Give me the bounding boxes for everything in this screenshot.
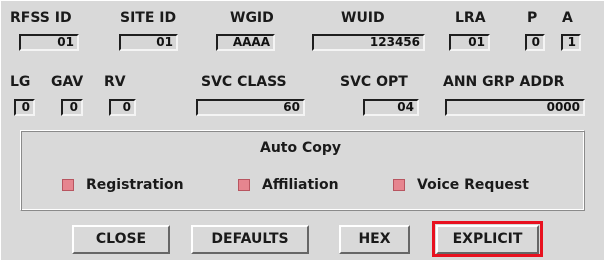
wuid-label: WUID [341,10,385,26]
hex-button[interactable]: HEX [339,225,410,254]
close-button[interactable]: CLOSE [72,225,170,254]
dialog-window: RFSS ID SITE ID WGID WUID LRA P A 01 01 … [1,1,604,260]
svc-opt-field[interactable]: 04 [363,99,419,116]
p-field[interactable]: 0 [525,34,545,51]
registration-label: Registration [86,177,184,193]
lra-label: LRA [455,10,486,26]
wuid-field[interactable]: 123456 [312,34,425,51]
wgid-label: WGID [230,10,274,26]
wgid-field[interactable]: AAAA [216,34,275,51]
gav-field[interactable]: 0 [61,99,83,116]
affiliation-checkbox[interactable] [238,179,250,191]
svc-opt-label: SVC OPT [340,74,408,90]
rfss-id-label: RFSS ID [10,10,72,26]
ann-grp-addr-label: ANN GRP ADDR [443,74,565,90]
rv-field[interactable]: 0 [109,99,136,116]
a-label: A [562,10,573,26]
voice-request-label: Voice Request [417,177,529,193]
auto-copy-title: Auto Copy [260,140,342,156]
lra-field[interactable]: 01 [449,34,490,51]
a-field[interactable]: 1 [561,34,581,51]
rfss-id-field[interactable]: 01 [19,34,79,51]
affiliation-label: Affiliation [262,177,339,193]
lg-label: LG [10,74,31,90]
voice-request-checkbox[interactable] [393,179,405,191]
svc-class-label: SVC CLASS [201,74,287,90]
defaults-button[interactable]: DEFAULTS [191,225,309,254]
site-id-field[interactable]: 01 [119,34,178,51]
site-id-label: SITE ID [120,10,177,26]
explicit-highlight-box [432,221,543,257]
lg-field[interactable]: 0 [14,99,35,116]
gav-label: GAV [51,74,84,90]
svc-class-field[interactable]: 60 [196,99,305,116]
registration-checkbox[interactable] [62,179,74,191]
p-label: P [527,10,538,26]
ann-grp-addr-field[interactable]: 0000 [445,99,585,116]
rv-label: RV [104,74,126,90]
